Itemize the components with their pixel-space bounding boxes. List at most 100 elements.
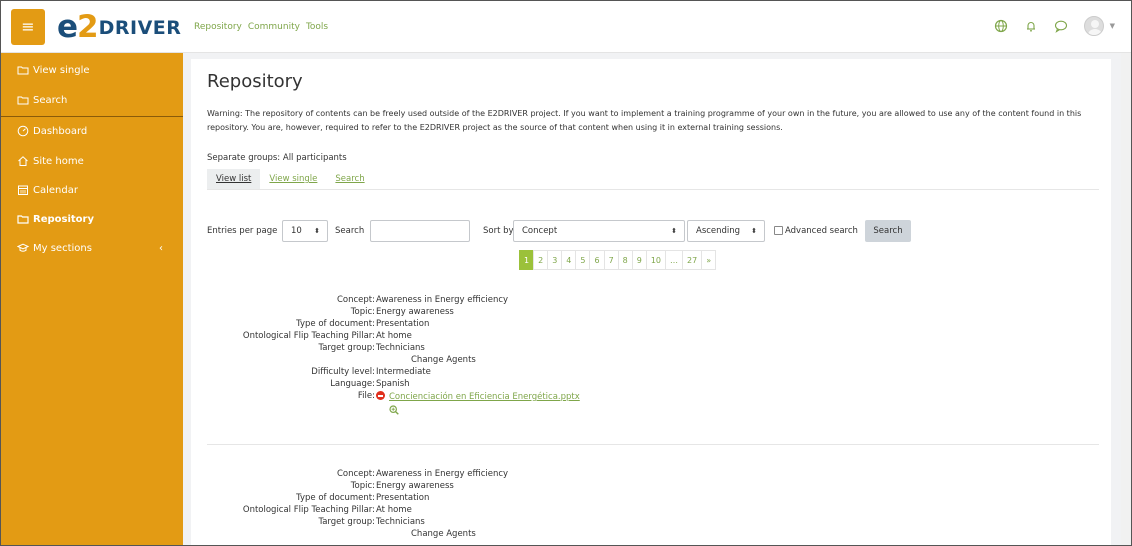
field-value: Change Agents	[411, 355, 476, 365]
page-link-next[interactable]: »	[701, 250, 717, 270]
page-link[interactable]: 6	[589, 250, 605, 270]
folder-icon	[17, 96, 29, 105]
pagination: 1 2 3 4 5 6 7 8 9 10 … 27 »	[519, 250, 717, 270]
tab-view-list[interactable]: View list	[207, 169, 261, 189]
page-scrollbar[interactable]	[1121, 53, 1131, 545]
page-ellipsis: …	[665, 250, 684, 270]
sidebar-item-label: Search	[33, 94, 68, 106]
view-tabs: View list View single Search	[207, 169, 374, 189]
entries-per-page-value: 10	[291, 226, 302, 236]
page-link[interactable]: 5	[575, 250, 591, 270]
globe-icon[interactable]	[994, 19, 1008, 33]
sidebar-item-search[interactable]: Search	[17, 94, 67, 106]
sidebar-item-calendar[interactable]: Calendar	[17, 184, 78, 196]
folder-icon	[17, 66, 29, 75]
field-value: Energy awareness	[376, 481, 454, 491]
graduation-cap-icon	[17, 243, 29, 252]
field-value: Technicians	[376, 517, 425, 527]
field-label: Type of document:	[296, 319, 375, 329]
page-link-last[interactable]: 27	[682, 250, 703, 270]
field-label: Difficulty level:	[311, 367, 375, 377]
advanced-search-label: Advanced search	[785, 226, 858, 236]
page-link[interactable]: 7	[603, 250, 619, 270]
avatar[interactable]	[1083, 16, 1104, 36]
select-arrow-icon: ⬍	[314, 227, 320, 235]
logo-digit-2: 2	[77, 9, 99, 45]
field-value: Change Agents	[411, 529, 476, 539]
page-link[interactable]: 10	[645, 250, 667, 270]
hamburger-icon[interactable]: ≡	[11, 9, 45, 45]
sort-by-label: Sort by	[483, 226, 514, 236]
repository-warning: Warning: The repository of contents can …	[207, 109, 1082, 132]
page-title: Repository	[207, 71, 303, 92]
nav-community[interactable]: Community	[248, 22, 300, 32]
sidebar-item-dashboard[interactable]: Dashboard	[17, 125, 87, 137]
search-label: Search	[335, 226, 365, 236]
field-value: At home	[376, 505, 412, 515]
file-download-link[interactable]: Concienciación en Eficiencia Energética.…	[389, 392, 580, 402]
record-divider	[207, 444, 1099, 445]
home-icon	[18, 156, 28, 166]
page-link[interactable]: 8	[617, 250, 633, 270]
nav-tools[interactable]: Tools	[306, 22, 328, 32]
nav-icon-group: ▼	[994, 16, 1115, 36]
site-logo[interactable]: e 2 DRIVER	[57, 9, 181, 45]
field-label: Target group:	[318, 517, 375, 527]
sidebar-item-label: Dashboard	[33, 125, 88, 137]
sidebar-item-site-home[interactable]: Site home	[17, 155, 84, 167]
file-type-icon	[376, 391, 385, 400]
field-label: Target group:	[318, 343, 375, 353]
sort-by-select[interactable]: Concept ⬍	[513, 220, 685, 242]
main-content: Repository Warning: The repository of co…	[191, 59, 1111, 545]
field-value: At home	[376, 331, 412, 341]
sidebar-item-view-single[interactable]: View single	[17, 64, 90, 76]
search-button[interactable]: Search	[865, 220, 911, 242]
top-navbar: ≡ e 2 DRIVER Repository Community Tools ▼	[1, 1, 1131, 53]
sidebar-item-my-sections[interactable]: My sections	[17, 242, 92, 254]
field-label: Ontological Flip Teaching Pillar:	[242, 331, 375, 341]
order-select[interactable]: Ascending ⬍	[687, 220, 765, 242]
page-link-current[interactable]: 1	[519, 250, 535, 270]
field-value: Intermediate	[376, 367, 431, 377]
zoom-in-icon[interactable]	[389, 405, 399, 415]
entries-per-page-label: Entries per page	[207, 226, 278, 236]
page-link[interactable]: 3	[547, 250, 563, 270]
tab-search[interactable]: Search	[326, 169, 373, 189]
field-value: Awareness in Energy efficiency	[376, 295, 509, 305]
sidebar-divider	[1, 116, 183, 117]
nav-repository[interactable]: Repository	[194, 22, 242, 32]
select-arrow-icon: ⬍	[671, 227, 677, 235]
chevron-left-icon[interactable]: ‹	[159, 243, 163, 254]
sort-by-value: Concept	[522, 226, 558, 236]
field-value: Technicians	[376, 343, 425, 353]
chat-icon[interactable]	[1054, 19, 1068, 33]
sidebar-item-label: My sections	[33, 242, 92, 254]
chevron-down-icon[interactable]: ▼	[1110, 22, 1115, 30]
sidebar-item-repository[interactable]: Repository	[17, 213, 94, 225]
tab-view-single[interactable]: View single	[260, 169, 326, 189]
page-link[interactable]: 2	[533, 250, 549, 270]
entries-per-page-select[interactable]: 10 ⬍	[282, 220, 328, 242]
groups-label: Separate groups: All participants	[207, 153, 347, 163]
top-nav: Repository Community Tools	[194, 22, 328, 32]
field-value: Awareness in Energy efficiency	[376, 469, 509, 479]
tabs-divider	[207, 189, 1099, 190]
search-input[interactable]	[370, 220, 470, 242]
sidebar-item-label: Site home	[33, 155, 84, 167]
calendar-icon	[18, 185, 28, 195]
field-label: Language:	[330, 379, 375, 389]
page-link[interactable]: 9	[631, 250, 647, 270]
field-label: File:	[357, 391, 375, 401]
dashboard-icon	[17, 125, 29, 137]
page-link[interactable]: 4	[561, 250, 577, 270]
logo-letter-e: e	[57, 9, 78, 45]
field-label: Type of document:	[296, 493, 375, 503]
select-arrow-icon: ⬍	[751, 227, 757, 235]
sidebar: View single Search Dashboard Site home C…	[1, 53, 183, 545]
file-value: Concienciación en Eficiencia Energética.…	[376, 391, 580, 404]
sidebar-item-label: View single	[33, 64, 90, 76]
app-window: ≡ e 2 DRIVER Repository Community Tools ▼ …	[0, 0, 1132, 546]
advanced-search-checkbox[interactable]	[774, 226, 783, 235]
bell-icon[interactable]	[1024, 19, 1038, 33]
logo-wordmark: DRIVER	[98, 17, 182, 39]
